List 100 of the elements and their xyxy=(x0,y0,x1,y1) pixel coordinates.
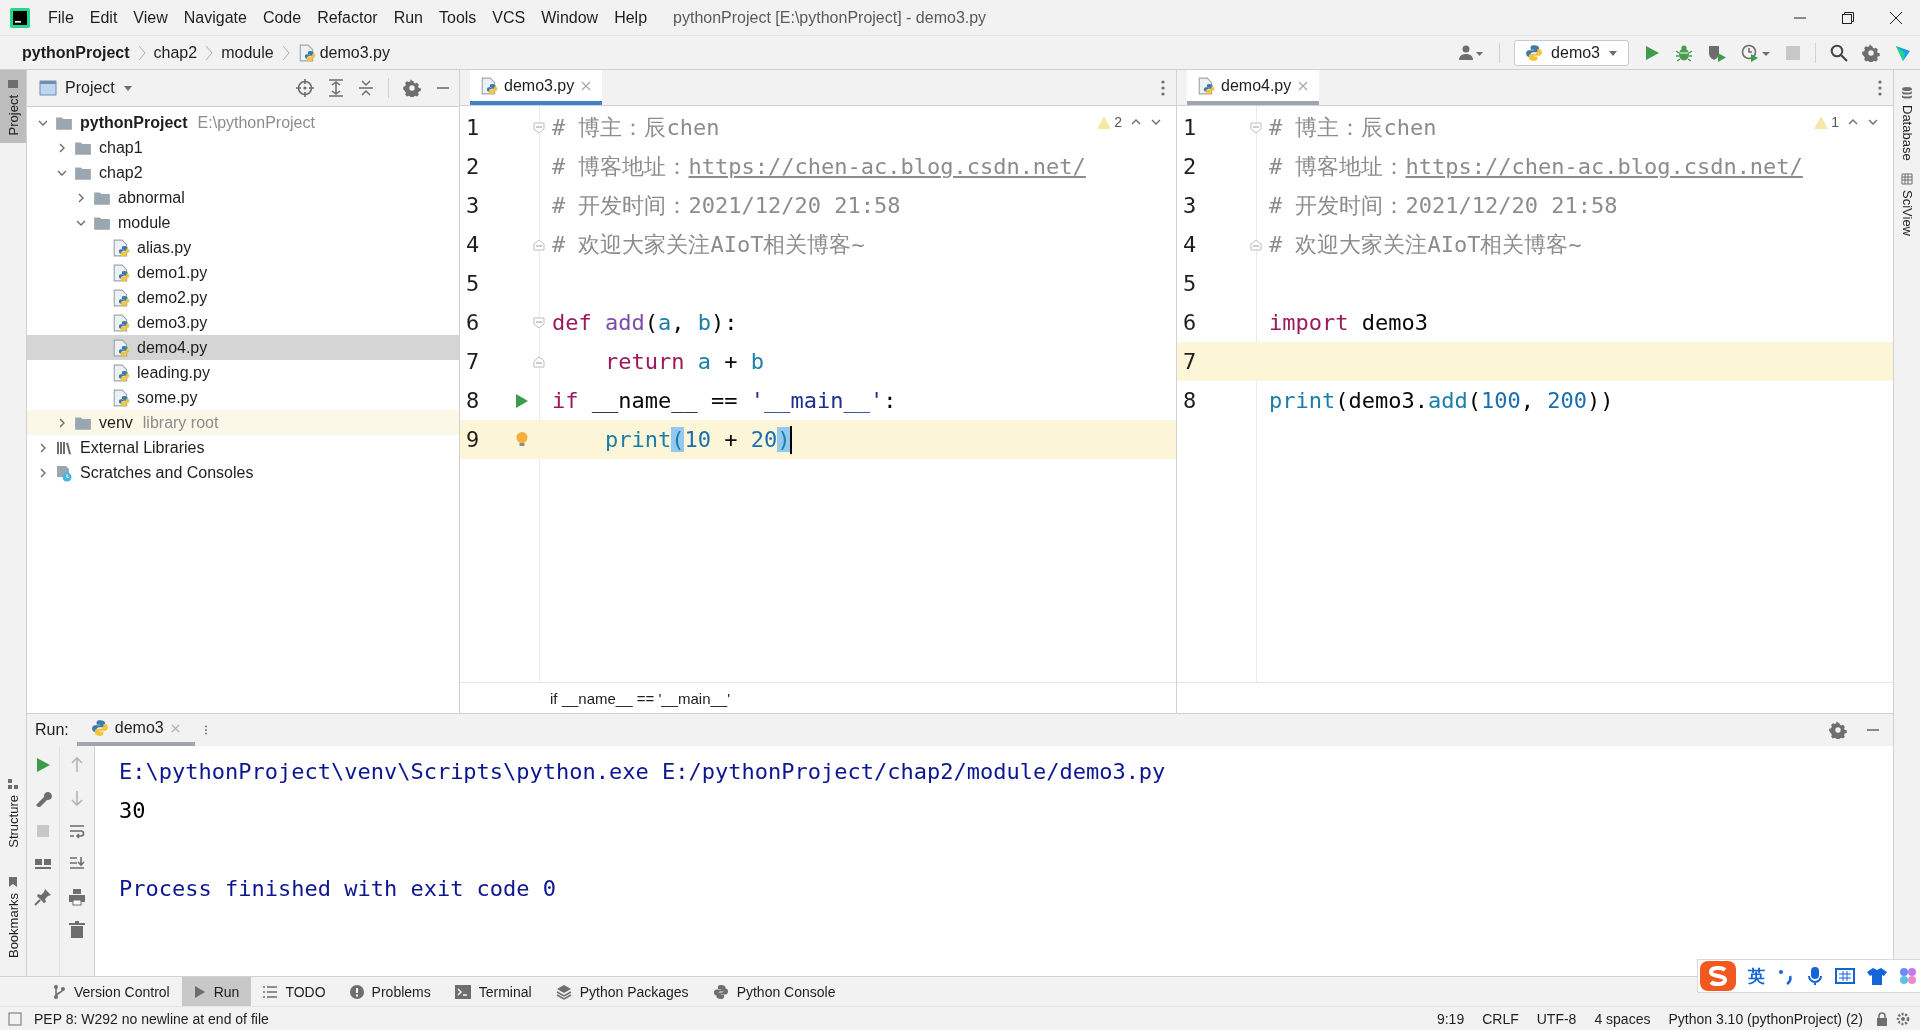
trash-icon[interactable] xyxy=(68,921,86,939)
more-icon[interactable] xyxy=(1877,78,1883,97)
user-icon[interactable] xyxy=(1459,43,1486,62)
settings-icon[interactable] xyxy=(403,79,421,97)
breadcrumb-item[interactable]: if __name__ == '__main__' xyxy=(550,689,731,707)
bug-icon[interactable] xyxy=(1675,43,1693,62)
status-item[interactable]: CRLF xyxy=(1473,1010,1528,1027)
tree-item[interactable]: Scratches and Consoles xyxy=(27,460,459,485)
status-item[interactable]: 4 spaces xyxy=(1585,1010,1660,1027)
tree-item[interactable]: some.py xyxy=(27,385,459,410)
tree-item[interactable]: pythonProject E:\pythonProject xyxy=(27,110,459,135)
menu-item[interactable]: Edit xyxy=(81,4,126,31)
print-icon[interactable] xyxy=(68,888,86,906)
tree-item[interactable]: leading.py xyxy=(27,360,459,385)
tool-window-tab[interactable]: Version Control xyxy=(40,977,182,1006)
toolbox-logo-icon[interactable] xyxy=(1894,43,1912,62)
tree-item[interactable]: demo3.py xyxy=(27,310,459,335)
collapse-all-icon[interactable] xyxy=(358,79,374,97)
warning-count[interactable]: 2 xyxy=(1097,114,1122,130)
menu-item[interactable]: Tools xyxy=(431,4,485,31)
line-number: 6 xyxy=(465,310,481,335)
tree-item[interactable]: module xyxy=(27,210,459,235)
line-number: 1 xyxy=(465,115,481,140)
more-icon[interactable] xyxy=(1160,78,1166,97)
more-icon[interactable] xyxy=(203,724,208,736)
wrench-icon[interactable] xyxy=(34,789,52,807)
tree-item[interactable]: demo1.py xyxy=(27,260,459,285)
python-file-icon xyxy=(112,238,130,257)
punctuation-icon[interactable] xyxy=(1777,967,1795,985)
tool-window-button[interactable]: Project xyxy=(0,70,26,144)
menu-item[interactable]: View xyxy=(125,4,176,31)
shield-run-icon[interactable] xyxy=(1707,43,1727,62)
tree-item[interactable]: demo4.py xyxy=(27,335,459,360)
editor-tab[interactable]: demo3.py xyxy=(470,70,603,105)
close-icon[interactable] xyxy=(1297,79,1310,92)
expand-all-icon[interactable] xyxy=(328,79,344,97)
input-mode-toggle[interactable]: 英 xyxy=(1748,964,1765,988)
menu-item[interactable]: Code xyxy=(254,4,310,31)
menu-item[interactable]: Help xyxy=(606,4,656,31)
settings-icon[interactable] xyxy=(1829,721,1847,739)
tool-window-tab[interactable]: Python Console xyxy=(700,977,848,1006)
menu-item[interactable]: File xyxy=(40,4,82,31)
input-method-logo-icon[interactable] xyxy=(1700,961,1736,991)
run-configuration-dropdown[interactable]: demo3 xyxy=(1514,39,1629,66)
tree-item[interactable]: venv library root xyxy=(27,410,459,435)
tree-item[interactable]: chap2 xyxy=(27,160,459,185)
microphone-icon[interactable] xyxy=(1807,966,1823,986)
tree-item[interactable]: demo2.py xyxy=(27,285,459,310)
warning-count[interactable]: 1 xyxy=(1814,114,1839,130)
breadcrumb-item[interactable]: chap2 xyxy=(145,43,206,62)
locate-icon[interactable] xyxy=(296,79,314,97)
keyboard-icon[interactable] xyxy=(1835,968,1855,984)
tool-window-tab[interactable]: Problems xyxy=(337,977,443,1006)
warning-icon xyxy=(1814,115,1829,129)
close-window-icon[interactable] xyxy=(1889,10,1903,25)
caret-icon[interactable] xyxy=(122,84,133,92)
tool-window-button[interactable]: Structure xyxy=(0,770,26,856)
terminal-icon xyxy=(454,984,471,999)
caret-icon[interactable] xyxy=(1608,48,1618,57)
tool-window-button[interactable]: Database xyxy=(1894,80,1920,167)
run-icon[interactable] xyxy=(1643,43,1661,62)
settings-icon[interactable] xyxy=(1862,43,1880,62)
tool-window-tab[interactable]: TODO xyxy=(251,977,338,1006)
tree-item[interactable]: chap1 xyxy=(27,135,459,160)
line-number: 5 xyxy=(1182,271,1198,296)
apps-icon[interactable] xyxy=(1899,967,1917,985)
settings-icon[interactable] xyxy=(1896,1011,1910,1026)
panel-toggle-icon[interactable] xyxy=(8,1011,22,1026)
breadcrumb-item[interactable]: module xyxy=(213,43,282,62)
soft-wrap-icon[interactable] xyxy=(68,822,86,840)
lightbulb-icon[interactable] xyxy=(515,430,529,449)
lock-icon[interactable] xyxy=(1876,1011,1888,1026)
breadcrumb-item[interactable]: demo3.py xyxy=(289,43,398,62)
tool-window-button[interactable]: Bookmarks xyxy=(0,867,26,966)
run-icon[interactable] xyxy=(515,392,529,409)
shirt-icon[interactable] xyxy=(1867,967,1887,985)
search-icon[interactable] xyxy=(1830,43,1848,62)
status-item[interactable]: 9:19 xyxy=(1427,1010,1474,1027)
tree-item[interactable]: alias.py xyxy=(27,235,459,260)
status-item[interactable]: Python 3.10 (pythonProject) (2) xyxy=(1659,1010,1872,1027)
tool-window-tab[interactable]: Terminal xyxy=(442,977,544,1006)
editor-tab[interactable]: demo4.py xyxy=(1187,70,1320,105)
tool-window-tab[interactable]: Run xyxy=(181,977,252,1006)
menu-item[interactable]: Run xyxy=(385,4,431,31)
status-item[interactable]: UTF-8 xyxy=(1527,1010,1586,1027)
menu-item[interactable]: Refactor xyxy=(309,4,386,31)
close-icon[interactable] xyxy=(580,79,593,92)
breadcrumb-item[interactable]: pythonProject xyxy=(14,43,138,62)
pin-icon[interactable] xyxy=(34,888,52,906)
menu-item[interactable]: Window xyxy=(533,4,607,31)
tool-window-tab[interactable]: Python Packages xyxy=(543,977,701,1006)
restore-window-icon[interactable] xyxy=(1841,10,1855,25)
menu-item[interactable]: Navigate xyxy=(175,4,255,31)
tool-window-button[interactable]: SciView xyxy=(1894,166,1920,242)
tree-item[interactable]: External Libraries xyxy=(27,435,459,460)
menu-item[interactable]: VCS xyxy=(484,4,534,31)
clock-run-icon[interactable] xyxy=(1741,43,1771,62)
run-icon[interactable] xyxy=(34,756,52,774)
tree-item[interactable]: abnormal xyxy=(27,185,459,210)
panel-title-dropdown[interactable]: Project xyxy=(39,79,133,97)
